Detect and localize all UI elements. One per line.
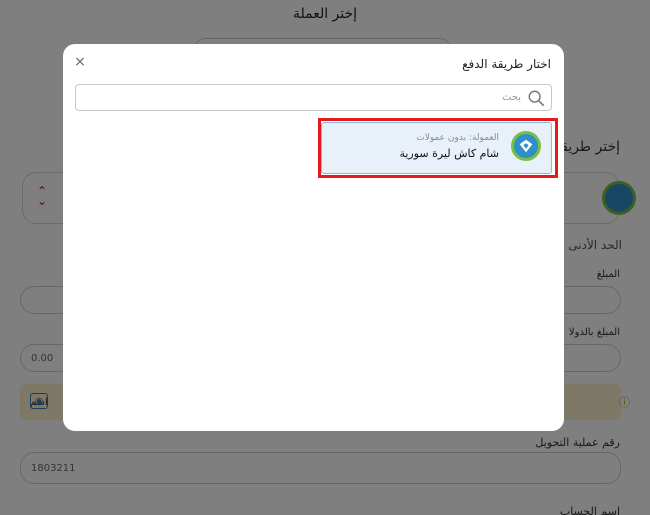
- option-name: شام كاش ليرة سورية: [399, 147, 499, 160]
- search-input[interactable]: [82, 92, 527, 103]
- search-box: [75, 84, 552, 111]
- modal-title: اختار طريقة الدفع: [462, 57, 551, 71]
- payment-option-sham-cash[interactable]: العمولة: بدون عمولات شام كاش ليرة سورية: [321, 122, 552, 174]
- payment-method-modal: اختار طريقة الدفع × العمولة: بدون عمولات…: [63, 44, 564, 431]
- close-icon[interactable]: ×: [73, 55, 87, 69]
- sham-cash-logo-icon: [511, 131, 541, 161]
- option-fee-text: العمولة: بدون عمولات: [416, 133, 499, 143]
- search-icon: [528, 90, 545, 106]
